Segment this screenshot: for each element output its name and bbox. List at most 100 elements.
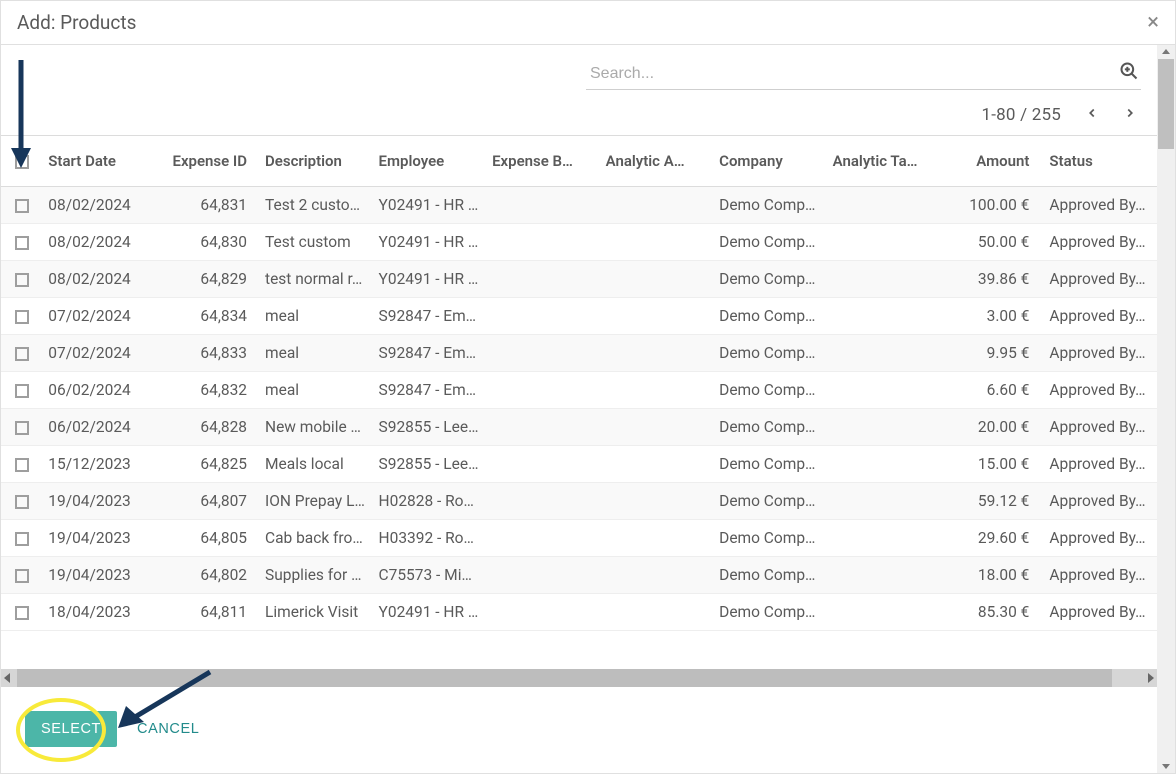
- cell-employee: Y02491 - HR …: [373, 224, 487, 261]
- table-row[interactable]: 15/12/2023 64,825 Meals local S92855 - L…: [1, 446, 1157, 483]
- row-checkbox[interactable]: [15, 421, 29, 435]
- table-row[interactable]: 19/04/2023 64,807 ION Prepay L… H02828 -…: [1, 483, 1157, 520]
- cell-company: Demo Company: [713, 520, 827, 557]
- row-checkbox[interactable]: [15, 236, 29, 250]
- cell-analytic-account: [600, 594, 714, 631]
- pager-prev-icon[interactable]: [1085, 104, 1099, 125]
- cell-analytic-tags: [827, 483, 941, 520]
- cell-analytic-account: [600, 520, 714, 557]
- cell-analytic-account: [600, 483, 714, 520]
- row-checkbox[interactable]: [15, 606, 29, 620]
- cell-amount: 50.00 €: [940, 224, 1043, 261]
- cell-company: Demo Company: [713, 594, 827, 631]
- table-row[interactable]: 06/02/2024 64,832 meal S92847 - Em… Demo…: [1, 372, 1157, 409]
- table-row[interactable]: 19/04/2023 64,805 Cab back fro… H03392 -…: [1, 520, 1157, 557]
- cell-description: Meals local: [259, 446, 373, 483]
- col-amount[interactable]: Amount: [940, 136, 1043, 187]
- zoom-in-icon[interactable]: [1119, 61, 1139, 85]
- table-row[interactable]: 08/02/2024 64,829 test normal r… Y02491 …: [1, 261, 1157, 298]
- col-status[interactable]: Status: [1043, 136, 1157, 187]
- cell-analytic-tags: [827, 261, 941, 298]
- cell-status: Approved By…: [1043, 372, 1157, 409]
- modal-title: Add: Products: [17, 11, 136, 34]
- cell-analytic-account: [600, 224, 714, 261]
- cell-expense-id: 64,811: [156, 594, 259, 631]
- cell-analytic-tags: [827, 298, 941, 335]
- search-input[interactable]: [586, 59, 1141, 90]
- cell-amount: 29.60 €: [940, 520, 1043, 557]
- cell-date: 07/02/2024: [42, 298, 156, 335]
- cell-analytic-account: [600, 372, 714, 409]
- select-all-checkbox[interactable]: [15, 155, 29, 169]
- products-table: Start Date Expense ID Description Employ…: [1, 136, 1157, 631]
- cell-date: 06/02/2024: [42, 372, 156, 409]
- table-row[interactable]: 08/02/2024 64,831 Test 2 custo… Y02491 -…: [1, 187, 1157, 224]
- cell-company: Demo Company: [713, 483, 827, 520]
- cell-expense-bill: [486, 372, 600, 409]
- cell-company: Demo Company: [713, 224, 827, 261]
- cancel-button[interactable]: CANCEL: [131, 711, 205, 747]
- cell-expense-bill: [486, 187, 600, 224]
- col-expense-bill[interactable]: Expense B…: [486, 136, 600, 187]
- cell-status: Approved By…: [1043, 483, 1157, 520]
- col-employee[interactable]: Employee: [373, 136, 487, 187]
- cell-amount: 20.00 €: [940, 409, 1043, 446]
- row-checkbox[interactable]: [15, 495, 29, 509]
- cell-date: 08/02/2024: [42, 187, 156, 224]
- cell-expense-bill: [486, 483, 600, 520]
- close-icon[interactable]: ×: [1147, 12, 1159, 34]
- cell-expense-bill: [486, 409, 600, 446]
- cell-employee: S92855 - Lee…: [373, 446, 487, 483]
- cell-employee: Y02491 - HR …: [373, 594, 487, 631]
- row-checkbox[interactable]: [15, 273, 29, 287]
- col-analytic-account[interactable]: Analytic A…: [600, 136, 714, 187]
- cell-expense-bill: [486, 594, 600, 631]
- col-expense-id[interactable]: Expense ID: [156, 136, 259, 187]
- cell-amount: 59.12 €: [940, 483, 1043, 520]
- cell-description: Supplies for …: [259, 557, 373, 594]
- cell-status: Approved By…: [1043, 298, 1157, 335]
- cell-analytic-account: [600, 298, 714, 335]
- cell-expense-id: 64,805: [156, 520, 259, 557]
- cell-expense-id: 64,831: [156, 187, 259, 224]
- table-row[interactable]: 07/02/2024 64,833 meal S92847 - Em… Demo…: [1, 335, 1157, 372]
- cell-expense-bill: [486, 261, 600, 298]
- cell-status: Approved By…: [1043, 409, 1157, 446]
- col-description[interactable]: Description: [259, 136, 373, 187]
- cell-expense-id: 64,834: [156, 298, 259, 335]
- cell-analytic-account: [600, 335, 714, 372]
- cell-company: Demo Company: [713, 187, 827, 224]
- row-checkbox[interactable]: [15, 310, 29, 324]
- cell-expense-bill: [486, 224, 600, 261]
- select-button[interactable]: SELECT: [25, 711, 117, 747]
- cell-status: Approved By…: [1043, 335, 1157, 372]
- cell-status: Approved By…: [1043, 557, 1157, 594]
- col-analytic-tags[interactable]: Analytic Ta…: [827, 136, 941, 187]
- table-row[interactable]: 19/04/2023 64,802 Supplies for … C75573 …: [1, 557, 1157, 594]
- row-checkbox[interactable]: [15, 532, 29, 546]
- table-row[interactable]: 18/04/2023 64,811 Limerick Visit Y02491 …: [1, 594, 1157, 631]
- row-checkbox[interactable]: [15, 347, 29, 361]
- table-row[interactable]: 07/02/2024 64,834 meal S92847 - Em… Demo…: [1, 298, 1157, 335]
- row-checkbox[interactable]: [15, 384, 29, 398]
- vertical-scrollbar[interactable]: [1157, 45, 1175, 773]
- row-checkbox[interactable]: [15, 199, 29, 213]
- cell-amount: 15.00 €: [940, 446, 1043, 483]
- cell-company: Demo Company: [713, 372, 827, 409]
- cell-description: meal: [259, 372, 373, 409]
- col-company[interactable]: Company: [713, 136, 827, 187]
- table-row[interactable]: 06/02/2024 64,828 New mobile … S92855 - …: [1, 409, 1157, 446]
- cell-company: Demo Company: [713, 446, 827, 483]
- cell-expense-bill: [486, 446, 600, 483]
- table-row[interactable]: 08/02/2024 64,830 Test custom Y02491 - H…: [1, 224, 1157, 261]
- row-checkbox[interactable]: [15, 458, 29, 472]
- cell-date: 19/04/2023: [42, 557, 156, 594]
- cell-employee: S92847 - Em…: [373, 335, 487, 372]
- horizontal-scrollbar[interactable]: [1, 669, 1157, 687]
- pager-next-icon[interactable]: [1123, 104, 1137, 125]
- row-checkbox[interactable]: [15, 569, 29, 583]
- cell-description: Test custom: [259, 224, 373, 261]
- col-start-date[interactable]: Start Date: [42, 136, 156, 187]
- cell-analytic-account: [600, 557, 714, 594]
- cell-expense-id: 64,832: [156, 372, 259, 409]
